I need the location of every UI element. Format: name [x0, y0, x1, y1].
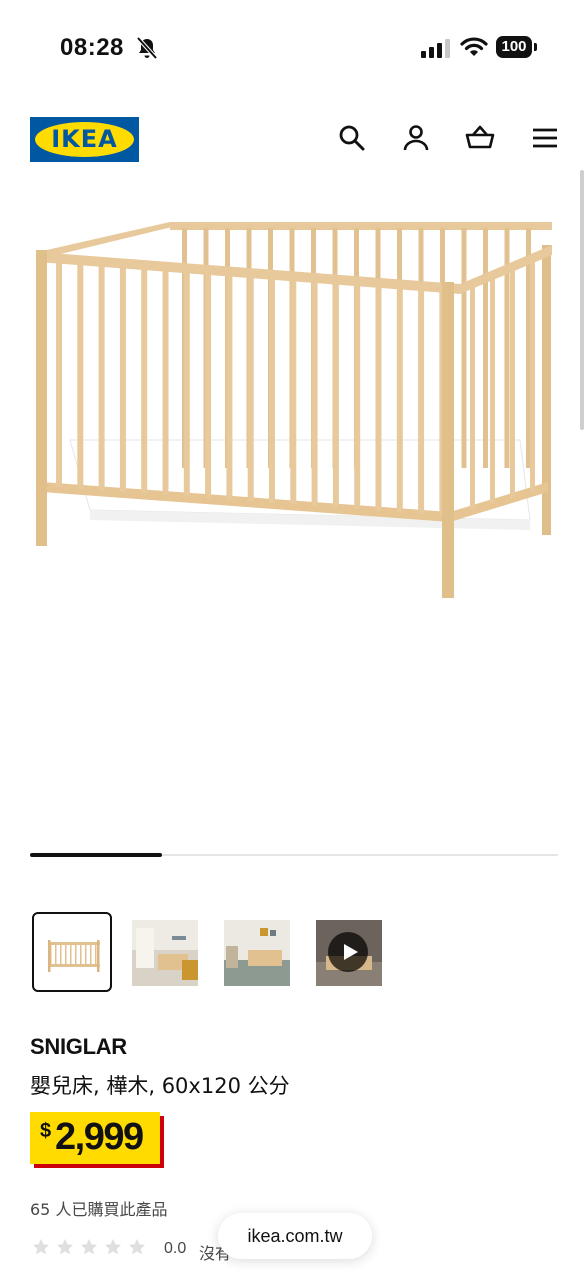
thumbnail-video[interactable]	[308, 912, 388, 992]
search-icon[interactable]	[337, 123, 367, 153]
status-time: 08:28	[60, 34, 124, 61]
product-description: 嬰兒床, 樺木, 60x120 公分	[30, 1074, 290, 1098]
star-icon	[128, 1238, 146, 1255]
page-scrollbar[interactable]	[580, 170, 584, 430]
site-header: IKEA	[0, 96, 588, 180]
thumbnail-room-image-2	[224, 920, 290, 986]
gallery-progress-fill	[30, 853, 162, 857]
star-icon	[56, 1238, 74, 1255]
star-icon	[32, 1238, 50, 1255]
status-bar: 08:28 100	[0, 0, 588, 96]
battery-level: 100	[496, 36, 532, 58]
price-amount: 2,999	[55, 1116, 144, 1158]
browser-url-bar[interactable]: ikea.com.tw	[218, 1213, 372, 1259]
cellular-signal-icon	[421, 38, 451, 58]
gallery-thumbnails	[32, 912, 432, 992]
thumbnail-room-2[interactable]	[216, 912, 296, 992]
rating-value: 0.0	[164, 1240, 187, 1257]
logo-text: IKEA	[51, 125, 118, 153]
play-icon[interactable]	[328, 932, 368, 972]
price-currency: $	[40, 1120, 52, 1142]
shopping-basket-icon[interactable]	[465, 123, 495, 153]
product-hero-image[interactable]	[30, 200, 558, 620]
wifi-icon	[460, 36, 488, 58]
account-icon[interactable]	[401, 123, 431, 153]
purchase-count: 65 人已購買此產品	[30, 1200, 168, 1219]
thumbnail-room-1[interactable]	[124, 912, 204, 992]
thumbnail-product[interactable]	[32, 912, 112, 992]
battery-icon: 100	[496, 36, 538, 58]
gallery-progress-bar	[30, 853, 558, 857]
rating-stars[interactable]	[32, 1238, 152, 1260]
star-icon	[80, 1238, 98, 1255]
bell-muted-icon	[136, 36, 158, 60]
product-name: SNIGLAR	[30, 1034, 127, 1059]
thumbnail-room-image	[132, 920, 198, 986]
thumbnail-crib-image	[40, 920, 106, 986]
menu-icon[interactable]	[530, 123, 560, 153]
star-icon	[104, 1238, 122, 1255]
ikea-logo[interactable]: IKEA	[30, 117, 139, 162]
